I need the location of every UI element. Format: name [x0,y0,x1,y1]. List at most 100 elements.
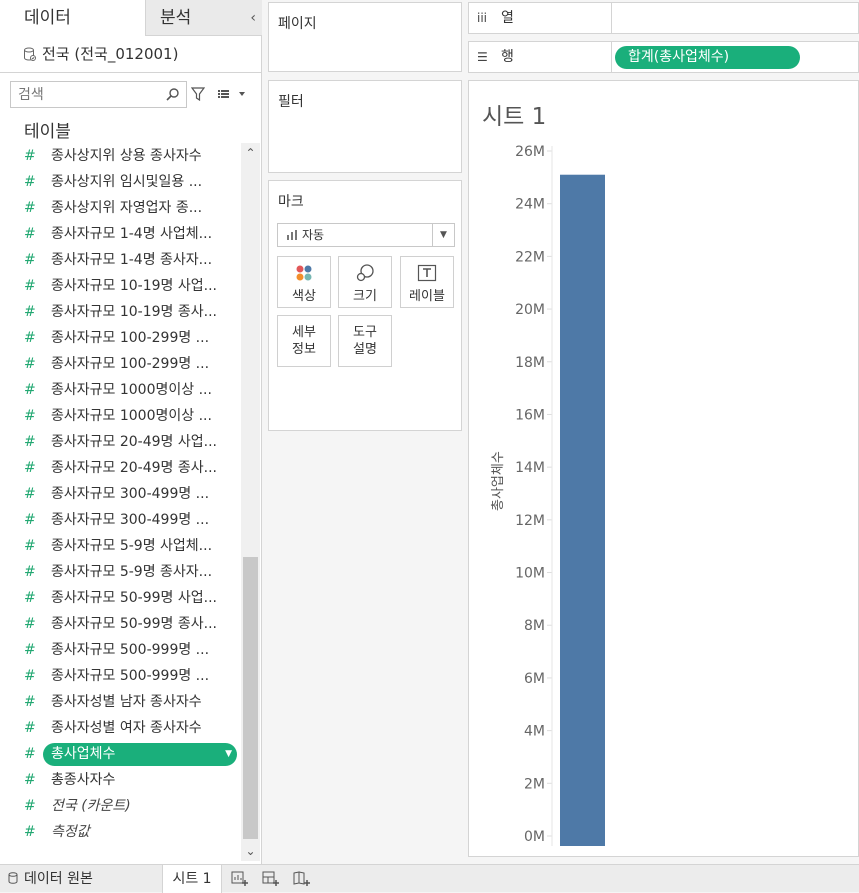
datasource-tab[interactable]: 데이터 원본 [0,865,93,893]
search-box[interactable] [10,81,187,108]
field-item[interactable]: # 종사자규모 1-4명 종사자... [0,247,240,273]
database-icon [8,872,18,884]
scrollbar-thumb[interactable] [243,557,258,839]
rows-shelf[interactable]: ☰ 행 합계(총사업체수) [468,41,859,73]
y-tick-label: 0M [524,829,545,845]
measure-icon: # [24,772,36,788]
search-input[interactable] [11,82,161,107]
field-item[interactable]: # 종사상지위 자영업자 종... [0,195,240,221]
bar[interactable] [560,174,605,846]
columns-icon: iii [477,11,488,25]
field-label: 종사자규모 1000명이상 ... [51,408,212,424]
color-button[interactable]: 색상 [277,256,331,308]
field-label: 종사자성별 여자 종사자수 [51,720,202,736]
field-list: # 종사상지위 상용 종사자수 # 종사상지위 임시및일용 ... # 종사상지위 자영업… [0,143,240,845]
field-item[interactable]: # 종사자규모 300-499명 ... [0,481,240,507]
field-item[interactable]: # 종사자규모 1-4명 사업체... [0,221,240,247]
sheet-tab[interactable]: 시트 1 [162,865,222,893]
field-item[interactable]: # 종사자규모 10-19명 종사... [0,299,240,325]
field-item[interactable]: # 종사자규모 50-99명 사업... [0,585,240,611]
measure-icon: # [24,408,36,424]
y-tick-label: 12M [515,513,545,529]
tables-heading: 테이블 [24,122,71,142]
size-button[interactable]: 크기 [338,256,392,308]
color-label: 색상 [292,289,316,304]
columns-shelf[interactable]: iii 열 [468,2,859,34]
field-label: 전국 (카운트) [51,798,131,814]
datasource-tab-label: 데이터 원본 [24,871,93,887]
y-tick-label: 2M [524,776,545,792]
field-label: 종사자규모 500-999명 ... [51,642,210,658]
field-item[interactable]: # 종사자규모 20-49명 종사... [0,455,240,481]
size-circles-icon [356,264,374,282]
pages-shelf[interactable]: 페이지 [268,2,462,72]
field-item[interactable]: # 종사자규모 1000명이상 ... [0,377,240,403]
field-item[interactable]: # 종사자규모 10-19명 사업... [0,273,240,299]
field-item[interactable]: # 종사자규모 100-299명 ... [0,325,240,351]
label-button[interactable]: 레이블 [400,256,454,308]
field-item[interactable]: # 종사자규모 5-9명 사업체... [0,533,240,559]
field-item[interactable]: # 전국 (카운트) [0,793,240,819]
field-label: 종사자규모 1-4명 사업체... [51,226,213,242]
field-item[interactable]: # 종사자규모 500-999명 ... [0,637,240,663]
rows-pill[interactable]: 합계(총사업체수) [615,46,800,69]
field-item[interactable]: # 종사상지위 상용 종사자수 [0,143,240,169]
field-item[interactable]: # 종사자규모 20-49명 사업... [0,429,240,455]
measure-icon: # [24,278,36,294]
y-tick-label: 6M [524,671,545,687]
tab-data[interactable]: 데이터 [0,0,145,36]
y-tick-label: 4M [524,724,545,740]
chevron-down-icon[interactable]: ▼ [432,224,454,246]
marks-card: 마크 자동 ▼ 색상 크기 레이블 세부 정보 도구 설명 [268,180,462,431]
tab-analysis[interactable]: 분석 ‹ [145,0,262,36]
view-options-icon[interactable] [217,87,247,101]
scroll-up-icon[interactable]: ⌃ [241,143,260,163]
field-label: 종사자규모 1000명이상 ... [51,382,212,398]
collapse-pane-icon[interactable]: ‹ [250,0,256,36]
field-item[interactable]: # 종사자성별 남자 종사자수 [0,689,240,715]
mark-type-value: 자동 [302,228,325,242]
database-icon [24,47,36,61]
measure-icon: # [24,174,36,190]
columns-shelf-label: iii 열 [469,3,612,33]
filter-icon[interactable] [191,87,205,101]
sheet-tab-bar: 데이터 원본 시트 1 [0,864,859,893]
field-item[interactable]: # 종사자규모 500-999명 ... [0,663,240,689]
measure-icon: # [24,382,36,398]
field-item[interactable]: # 종사자성별 여자 종사자수 [0,715,240,741]
field-label: 종사자규모 300-499명 ... [51,512,210,528]
detail-button[interactable]: 세부 정보 [277,315,331,367]
new-story-icon[interactable] [293,871,311,887]
tooltip-button[interactable]: 도구 설명 [338,315,392,367]
new-worksheet-icon[interactable] [231,871,249,887]
field-item[interactable]: # 총종사자수 [0,767,240,793]
field-item[interactable]: # 총사업체수 ▼ [0,741,240,767]
field-item[interactable]: # 종사상지위 임시및일용 ... [0,169,240,195]
field-label: 종사자규모 300-499명 ... [51,486,210,502]
new-dashboard-icon[interactable] [262,871,280,887]
measure-icon: # [24,694,36,710]
field-label: 종사상지위 자영업자 종... [51,200,203,216]
measure-icon: # [24,148,36,164]
y-tick-label: 10M [515,566,545,582]
search-icon[interactable] [166,87,180,101]
scroll-down-icon[interactable]: ⌄ [241,841,260,861]
tooltip-label-line2: 설명 [353,342,377,357]
field-label: 종사자규모 100-299명 ... [51,330,210,346]
size-label: 크기 [353,289,377,304]
field-item[interactable]: # 측정값 [0,819,240,845]
field-item[interactable]: # 종사자규모 100-299명 ... [0,351,240,377]
measure-icon: # [24,512,36,528]
field-item[interactable]: # 종사자규모 50-99명 종사... [0,611,240,637]
mark-type-dropdown[interactable]: 자동 ▼ [277,223,455,247]
filters-shelf[interactable]: 필터 [268,80,462,173]
tooltip-label: 도구 설명 [339,324,391,358]
chevron-down-icon[interactable]: ▼ [225,741,232,767]
field-label: 종사자규모 50-99명 종사... [51,616,217,632]
measure-icon: # [24,356,36,372]
field-list-scrollbar[interactable]: ⌃ ⌄ [241,143,260,861]
field-item[interactable]: # 종사자규모 1000명이상 ... [0,403,240,429]
field-item[interactable]: # 종사자규모 300-499명 ... [0,507,240,533]
field-item[interactable]: # 종사자규모 5-9명 종사자... [0,559,240,585]
datasource-item[interactable]: 전국 (전국_012001) [24,43,178,64]
